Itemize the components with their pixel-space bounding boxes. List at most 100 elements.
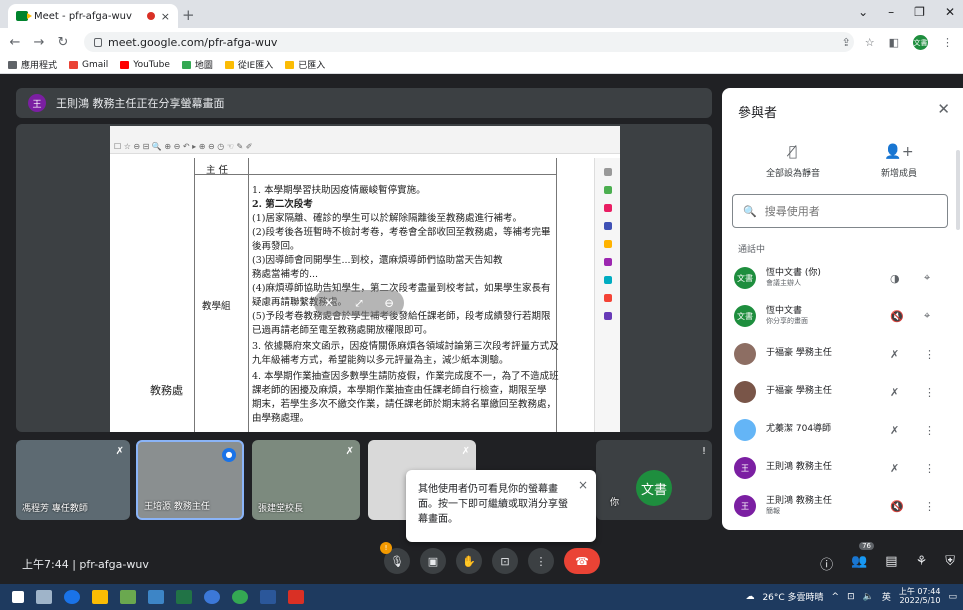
weather-icon: ☁ (745, 591, 755, 602)
ie-icon[interactable] (204, 590, 220, 604)
more-vert-icon[interactable]: ⋮ (924, 424, 935, 437)
remove-icon[interactable]: ⊖ (384, 296, 394, 310)
participant-search[interactable]: 🔍 (732, 194, 948, 228)
annotation-toolbar[interactable]: ✕ ⤢ ⊖ (314, 290, 404, 316)
panel-scrollbar[interactable] (956, 150, 960, 230)
menu-icon[interactable]: ⋮ (942, 36, 953, 49)
participant-name: 王則鴻 教務主任 簡報 (766, 496, 876, 517)
forward-icon[interactable]: → (30, 35, 48, 50)
notification-icon[interactable]: ▭ (948, 592, 957, 602)
raise-hand-button[interactable]: ✋ (456, 548, 482, 574)
pin-icon[interactable]: ⌖ (924, 271, 930, 285)
sidebar-tool-icon (604, 294, 612, 302)
participant-row[interactable]: 尤蓁潔 704導師 ✗ ⋮ (734, 412, 954, 448)
more-options-button[interactable]: ⋮ (528, 548, 554, 574)
explorer-icon[interactable] (92, 590, 108, 604)
leave-call-button[interactable]: ☎ (564, 548, 600, 574)
more-vert-icon[interactable]: ⋮ (924, 500, 935, 513)
mic-button[interactable]: ! 🎙 (380, 542, 410, 574)
panel-close-button[interactable]: ✕ (937, 100, 950, 118)
bookmark-apps[interactable]: 應用程式 (8, 58, 57, 71)
restore-button[interactable]: ❐ (914, 5, 925, 19)
word-icon[interactable] (260, 590, 276, 604)
pin-icon[interactable]: ✕ (324, 296, 334, 310)
ime-indicator[interactable]: 英 (882, 590, 891, 603)
mic-off-icon: ✗ (890, 385, 900, 399)
store-icon[interactable] (120, 590, 136, 604)
presenting-banner: 王 王則鴻 教務主任正在分享螢幕畫面 (16, 88, 712, 118)
activities-icon[interactable]: ⚘ (916, 554, 928, 573)
participant-row[interactable]: 于福豪 學務主任 ✗ ⋮ (734, 336, 954, 372)
reload-icon[interactable]: ↻ (54, 35, 72, 50)
people-button[interactable]: 76 👥 (851, 542, 875, 573)
edge-icon[interactable] (64, 590, 80, 604)
mail-icon[interactable] (148, 590, 164, 604)
new-tab-button[interactable]: + (182, 6, 195, 24)
info-icon[interactable]: ⓘ (820, 554, 833, 573)
participant-row[interactable]: 王 王則鴻 教務主任 簡報 🔇 ⋮ (734, 488, 954, 524)
close-window-button[interactable]: ✕ (945, 5, 955, 19)
excel-icon[interactable] (176, 590, 192, 604)
participant-role: 簡報 (766, 507, 780, 516)
presentation-stage[interactable]: ☐ ☆ ⊖ ⊟ 🔍 ⊕ ⊖ ↶ ▸ ⊕ ⊖ ◷ ☜ ✎ ✐ 主 任 教學組 教務… (16, 124, 712, 432)
chat-icon[interactable]: ▤ (885, 554, 897, 573)
sharing-toast[interactable]: 其他使用者仍可看見你的螢幕畫面。按一下即可繼續或取消分享螢幕畫面。 × (406, 470, 596, 542)
clock[interactable]: 上午 07:44 2022/5/10 (899, 587, 941, 606)
network-icon[interactable]: ⊡ (847, 592, 855, 602)
tab-search-icon[interactable]: ⌄ (858, 5, 868, 19)
camera-button[interactable]: ▣ (420, 548, 446, 574)
audio-off-icon: 🔇 (890, 309, 904, 323)
zoom-icon[interactable]: ⤢ (354, 296, 364, 310)
participant-row[interactable]: 文書 恆中文書 你分享的畫面 🔇 ⌖ (734, 298, 954, 334)
weather-text[interactable]: 26°C 多雲時晴 (762, 590, 823, 603)
bookmark-youtube[interactable]: YouTube (120, 60, 170, 70)
tray-arrow-icon[interactable]: ^ (832, 592, 840, 602)
more-vert-icon: ⋮ (535, 554, 547, 568)
hangup-icon: ☎ (575, 554, 589, 568)
minimize-button[interactable]: – (888, 5, 894, 19)
host-controls-icon[interactable]: ⛨ (945, 554, 955, 573)
doc-line: (1)居家隔離、確診的學生可以於解除隔離後至教務處進行補考。 (252, 213, 522, 224)
bookmark-gmail[interactable]: Gmail (69, 60, 108, 70)
bookmark-maps[interactable]: 地圖 (181, 58, 213, 71)
present-button[interactable]: ⊡ (492, 548, 518, 574)
unpin-icon[interactable]: ⌖ (924, 309, 930, 323)
acrobat-icon[interactable] (288, 590, 304, 604)
sidepanel-icon[interactable]: ◧ (889, 36, 899, 49)
add-member-button[interactable]: 👤+ 新增成員 (854, 144, 944, 179)
doc-line: 後再發回。 (252, 241, 300, 252)
bookmark-folder-ie[interactable]: 從IE匯入 (224, 58, 273, 71)
toast-close-button[interactable]: × (578, 476, 588, 494)
profile-avatar[interactable]: 文書 (913, 35, 928, 50)
search-input[interactable] (764, 204, 925, 218)
url-bar[interactable]: meet.google.com/pfr-afga-wuv (84, 32, 854, 52)
more-icon[interactable]: ! (702, 446, 706, 457)
participant-tile[interactable]: ✗ 馮程芳 專任教師 (16, 440, 130, 520)
more-vert-icon[interactable]: ⋮ (924, 462, 935, 475)
doc-line: (4)麻煩導師協助告知學生，第二次段考盡量到校考試，如果學生家長有 (252, 283, 551, 294)
back-icon[interactable]: ← (6, 35, 24, 50)
mute-all-button[interactable]: 🎙̸ 全部設為靜音 (748, 144, 838, 179)
share-icon[interactable]: ⇪ (842, 36, 851, 49)
more-vert-icon[interactable]: ⋮ (924, 386, 935, 399)
sidebar-tool-icon (604, 258, 612, 266)
taskview-icon[interactable] (36, 590, 52, 604)
tab-meet[interactable]: Meet - pfr-afga-wuv × (8, 4, 178, 28)
participant-row[interactable]: 王 王則鴻 教務主任 ✗ ⋮ (734, 450, 954, 486)
start-icon[interactable] (12, 591, 24, 603)
tile-name: 王培源 教務主任 (144, 502, 210, 512)
bookmark-folder-imported[interactable]: 已匯入 (285, 58, 325, 71)
chrome-icon[interactable] (232, 590, 248, 604)
bookmark-star-icon[interactable]: ☆ (865, 36, 875, 49)
participant-tile-speaking[interactable]: ● 王培源 教務主任 (136, 440, 244, 520)
participant-row[interactable]: 于福豪 學務主任 ✗ ⋮ (734, 374, 954, 410)
meet-logo-icon (16, 11, 32, 21)
more-vert-icon[interactable]: ⋮ (924, 348, 935, 361)
volume-icon[interactable]: 🔈 (863, 592, 874, 602)
clock-date: 2022/5/10 (899, 595, 941, 605)
participant-tile[interactable]: ✗ 張建堂校長 (252, 440, 360, 520)
tab-close-icon[interactable]: × (161, 10, 170, 23)
shared-app-toolbar: ☐ ☆ ⊖ ⊟ 🔍 ⊕ ⊖ ↶ ▸ ⊕ ⊖ ◷ ☜ ✎ ✐ (110, 126, 620, 154)
self-tile[interactable]: ! 文書 你 (596, 440, 712, 520)
participant-row[interactable]: 文書 恆中文書 (你) 會議主辦人 ◑ ⌖ (734, 260, 954, 296)
